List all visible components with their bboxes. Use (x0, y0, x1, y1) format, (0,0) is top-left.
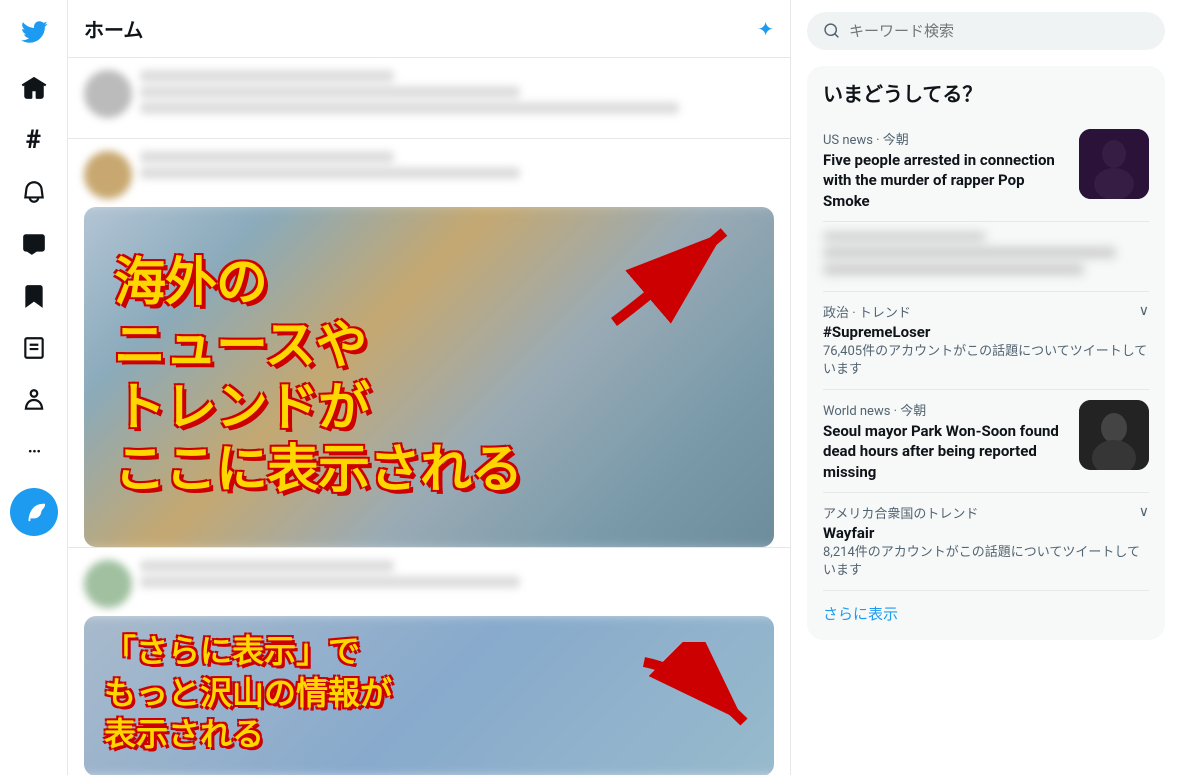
bottom-annotation-text: 「さらに表示」で もっと沢山の情報が 表示される (104, 631, 392, 756)
profile-nav-button[interactable] (10, 376, 58, 424)
more-nav-button[interactable]: ··· (10, 428, 58, 476)
blur-line (140, 576, 520, 588)
tweet-1-avatar (84, 70, 132, 118)
tweet-1 (68, 58, 790, 139)
home-nav-button[interactable] (10, 64, 58, 112)
blur-line (140, 560, 394, 572)
trend-item-wayfair[interactable]: アメリカ合衆国のトレンド ∨ Wayfair 8,214件のアカウントがこの話題… (823, 493, 1149, 591)
seoul-thumbnail (1079, 400, 1149, 470)
notifications-nav-button[interactable] (10, 168, 58, 216)
main-feed: ホーム ✦ 海外の ニュースや トレンドが ここに表示される (68, 0, 791, 775)
trend-wayfair-category: アメリカ合衆国のトレンド (823, 503, 978, 522)
blur-line (823, 264, 1084, 275)
compose-tweet-button[interactable] (10, 488, 58, 536)
blur-line (140, 70, 394, 82)
tweet-2-meta (140, 151, 774, 199)
feed-header: ホーム ✦ (68, 0, 790, 58)
tweet-3-meta (140, 560, 774, 608)
blur-line (823, 247, 1116, 258)
explore-nav-button[interactable]: # (10, 116, 58, 164)
tweet-2-image: 海外の ニュースや トレンドが ここに表示される (84, 207, 774, 547)
feed-title: ホーム (84, 14, 143, 43)
tweet-2-image-blur (84, 207, 774, 547)
tweet-2: 海外の ニュースや トレンドが ここに表示される (68, 139, 790, 548)
arrow-down-right-annotation (634, 642, 764, 746)
trend-category: 政治 · トレンド (823, 302, 911, 321)
tweet-3-image: 「さらに表示」で もっと沢山の情報が 表示される (84, 616, 774, 775)
news-item-seoul-content: World news · 今朝 Seoul mayor Park Won-Soo… (823, 400, 1067, 482)
show-more-link[interactable]: さらに表示 (823, 591, 1149, 628)
bookmarks-nav-button[interactable] (10, 272, 58, 320)
tweet-3: 「さらに表示」で もっと沢山の情報が 表示される (68, 548, 790, 775)
trends-title: いまどうしてる？ (823, 78, 1149, 107)
pop-smoke-thumbnail (1079, 129, 1149, 199)
chevron-down-icon-2[interactable]: ∨ (1139, 504, 1149, 520)
news-category: US news · 今朝 (823, 129, 1067, 148)
news-item-blurred[interactable] (823, 222, 1149, 292)
news-category-seoul: World news · 今朝 (823, 400, 1067, 419)
blur-line (140, 86, 520, 98)
lists-nav-button[interactable] (10, 324, 58, 372)
news-item-seoul[interactable]: World news · 今朝 Seoul mayor Park Won-Soo… (823, 390, 1149, 493)
trend-header: 政治 · トレンド ∨ (823, 302, 1149, 321)
sparkle-icon[interactable]: ✦ (757, 17, 774, 41)
tweet-3-header (84, 560, 774, 608)
blur-line (140, 102, 679, 114)
blur-line (140, 151, 394, 163)
tweet-2-header (84, 151, 774, 199)
trend-count: 76,405件のアカウントがこの話題についてツイートしています (823, 343, 1149, 379)
trends-section: いまどうしてる？ US news · 今朝 Five people arrest… (807, 66, 1165, 640)
bottom-annotation: 「さらに表示」で もっと沢山の情報が 表示される (104, 631, 392, 756)
blur-line (823, 232, 986, 241)
search-icon (823, 22, 841, 40)
right-sidebar: いまどうしてる？ US news · 今朝 Five people arrest… (791, 0, 1181, 775)
tweet-2-avatar (84, 151, 132, 199)
twitter-logo-button[interactable] (10, 8, 58, 56)
messages-nav-button[interactable] (10, 220, 58, 268)
tweet-1-meta (140, 70, 774, 118)
left-sidebar: # ··· (0, 0, 68, 775)
search-input[interactable] (849, 23, 1149, 40)
news-headline-seoul: Seoul mayor Park Won-Soon found dead hou… (823, 421, 1067, 482)
news-thumb-seoul (1079, 400, 1149, 470)
tweet-1-header (84, 70, 774, 118)
trend-wayfair-name: Wayfair (823, 524, 1149, 542)
trend-wayfair-count: 8,214件のアカウントがこの話題についてツイートしています (823, 544, 1149, 580)
trend-wayfair-header: アメリカ合衆国のトレンド ∨ (823, 503, 1149, 522)
trend-item-supremeloser[interactable]: 政治 · トレンド ∨ #SupremeLoser 76,405件のアカウントが… (823, 292, 1149, 390)
trend-name: #SupremeLoser (823, 323, 1149, 341)
tweet-3-avatar (84, 560, 132, 608)
blurred-news-content (823, 232, 1149, 281)
news-thumb-pop-smoke (1079, 129, 1149, 199)
news-item-content: US news · 今朝 Five people arrested in con… (823, 129, 1067, 211)
blur-line (140, 167, 520, 179)
news-headline: Five people arrested in connection with … (823, 150, 1067, 211)
chevron-down-icon[interactable]: ∨ (1139, 303, 1149, 319)
news-item-pop-smoke[interactable]: US news · 今朝 Five people arrested in con… (823, 119, 1149, 222)
search-box[interactable] (807, 12, 1165, 50)
